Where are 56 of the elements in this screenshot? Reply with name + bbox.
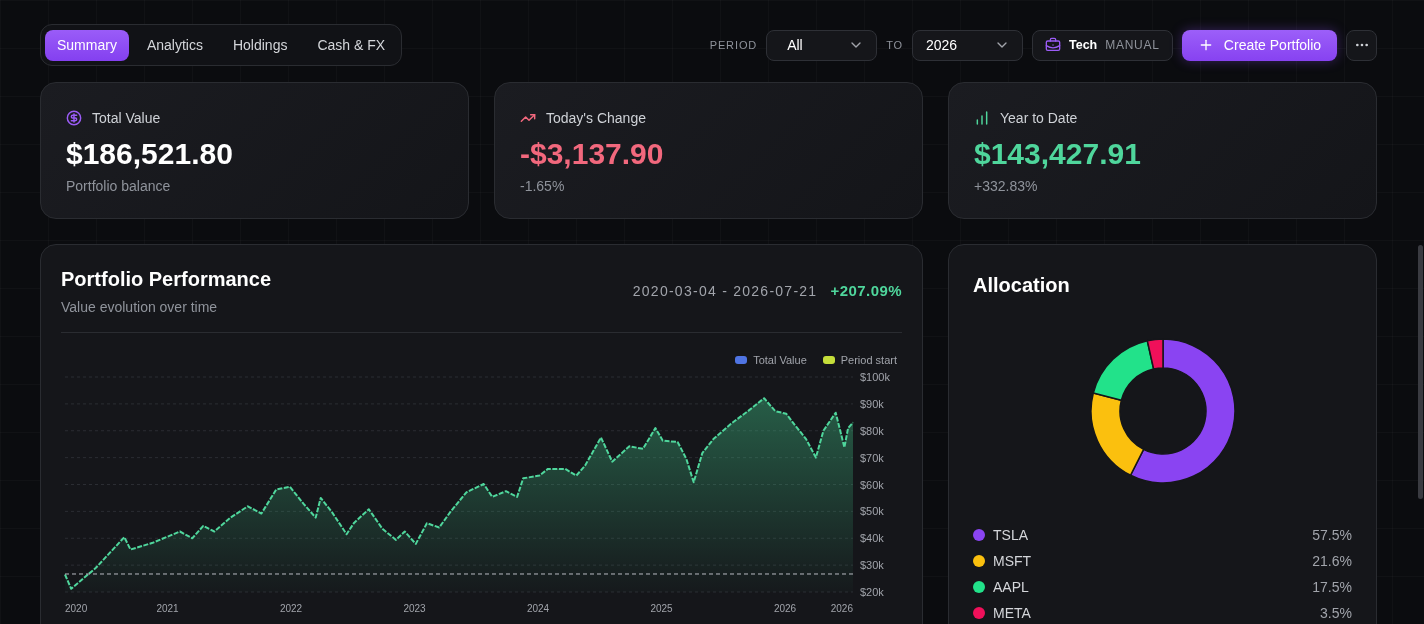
legend-label: Period start xyxy=(840,352,897,368)
x-axis-label: 2026 xyxy=(773,603,797,614)
x-axis-label: 2024 xyxy=(526,603,550,614)
scrollbar-thumb[interactable] xyxy=(1418,245,1423,499)
x-axis-label: 2025 xyxy=(650,603,673,614)
stat-title: Today's Change xyxy=(546,108,646,128)
performance-change: +207.09% xyxy=(830,280,902,301)
y-axis-label: $30k xyxy=(860,559,884,572)
y-axis-label: $100k xyxy=(860,371,890,383)
period-to-dropdown[interactable]: 2026 xyxy=(912,29,1023,61)
allocation-percent: 21.6% xyxy=(1312,551,1352,571)
briefcase-icon xyxy=(1045,37,1061,53)
y-axis-label: $90k xyxy=(860,397,884,410)
y-axis-label: $50k xyxy=(860,505,884,518)
y-axis-label: $60k xyxy=(860,478,884,491)
dollar-circle-icon xyxy=(66,110,82,126)
to-label: TO xyxy=(886,37,903,53)
x-axis-label: 2021 xyxy=(156,603,179,614)
tab[interactable]: Summary xyxy=(45,29,129,61)
stat-subtitle: +332.83% xyxy=(974,177,1039,196)
stat-subtitle: -1.65% xyxy=(520,177,566,196)
allocation-percent: 3.5% xyxy=(1320,603,1352,623)
stat-value: -$3,137.90 xyxy=(520,136,665,172)
create-portfolio-button[interactable]: Create Portfolio xyxy=(1182,29,1337,61)
stat-title: Year to Date xyxy=(1000,108,1078,128)
stat-value: $186,521.80 xyxy=(66,136,234,172)
x-axis-label: 2026 xyxy=(830,603,853,614)
tab[interactable]: Cash & FX xyxy=(305,29,398,61)
tab[interactable]: Analytics xyxy=(134,29,215,61)
more-button[interactable] xyxy=(1346,29,1377,61)
tab[interactable]: Holdings xyxy=(220,29,300,61)
date-range: 2020-03-04 - 2026-07-21 xyxy=(632,281,818,301)
card-title: Allocation xyxy=(973,273,1071,298)
period-from-dropdown[interactable]: All xyxy=(766,29,878,61)
stat-subtitle: Portfolio balance xyxy=(66,177,172,196)
stat-title: Total Value xyxy=(92,108,161,128)
y-axis-label: $80k xyxy=(860,424,884,437)
legend-label: Total Value xyxy=(753,352,807,368)
period-label: PERIOD xyxy=(709,37,758,53)
card-subtitle: Value evolution over time xyxy=(61,298,219,317)
stat-value: $143,427.91 xyxy=(974,136,1142,172)
y-axis-label: $70k xyxy=(860,451,884,464)
ticker-label: AAPL xyxy=(993,577,1029,597)
y-axis-label: $20k xyxy=(860,586,884,598)
y-axis-label: $40k xyxy=(860,532,884,545)
ticker-label: TSLA xyxy=(993,525,1028,545)
x-axis-label: 2022 xyxy=(279,603,303,614)
card-title: Portfolio Performance xyxy=(61,267,272,292)
x-axis-label: 2020 xyxy=(65,603,88,614)
ticker-label: MSFT xyxy=(993,551,1032,571)
x-axis-label: 2023 xyxy=(403,603,426,614)
bar-chart-icon xyxy=(974,110,990,126)
portfolio-selector[interactable]: Tech MANUAL xyxy=(1032,29,1173,61)
allocation-percent: 17.5% xyxy=(1312,577,1352,597)
ticker-label: META xyxy=(993,603,1031,623)
allocation-percent: 57.5% xyxy=(1312,525,1352,545)
